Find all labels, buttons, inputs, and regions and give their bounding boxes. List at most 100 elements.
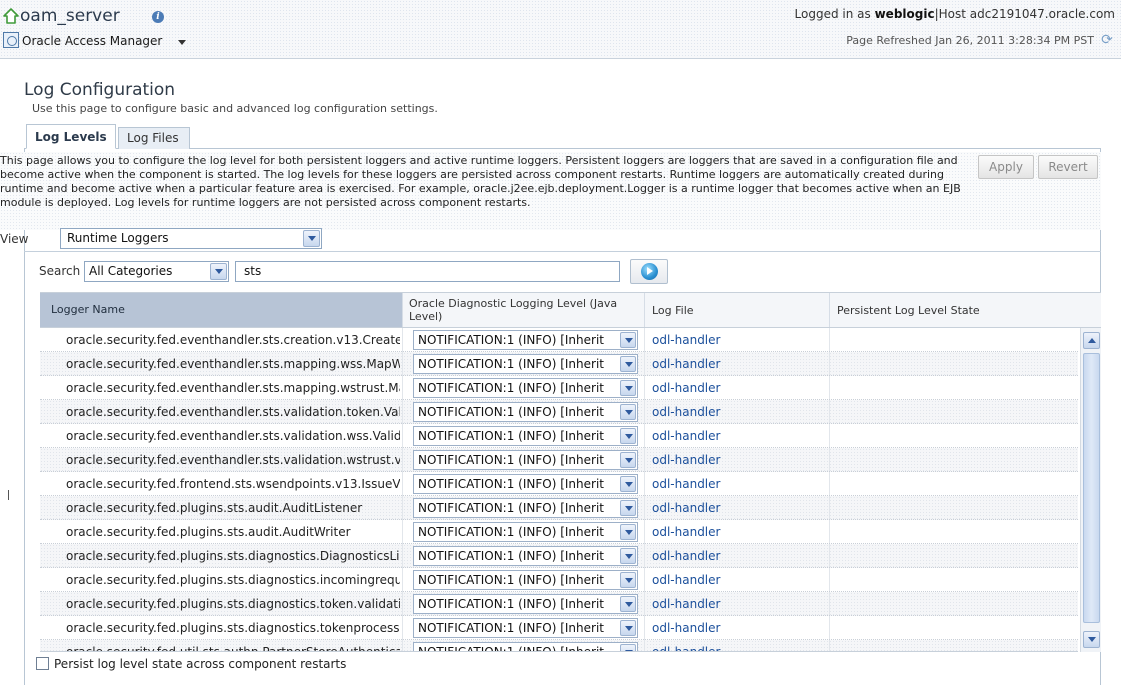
- column-divider: [402, 424, 403, 448]
- scroll-down-icon[interactable]: [1083, 631, 1100, 648]
- column-divider: [644, 592, 645, 616]
- table-row[interactable]: oracle.security.fed.eventhandler.sts.map…: [40, 352, 1078, 376]
- log-file-link[interactable]: odl-handler: [652, 597, 720, 611]
- logged-in-user[interactable]: weblogic: [875, 7, 935, 21]
- chevron-down-icon[interactable]: [210, 263, 227, 280]
- log-level-select[interactable]: NOTIFICATION:1 (INFO) [Inherit: [413, 474, 638, 494]
- table-row[interactable]: oracle.security.fed.eventhandler.sts.val…: [40, 400, 1078, 424]
- log-level-select[interactable]: NOTIFICATION:1 (INFO) [Inherit: [413, 570, 638, 590]
- apply-button[interactable]: Apply: [978, 155, 1034, 179]
- log-file-link[interactable]: odl-handler: [652, 453, 720, 467]
- log-level-select[interactable]: NOTIFICATION:1 (INFO) [Inherit: [413, 330, 638, 350]
- chevron-down-icon[interactable]: [620, 596, 636, 612]
- column-header-logger-name[interactable]: Logger Name: [40, 293, 402, 327]
- log-file-link[interactable]: odl-handler: [652, 357, 720, 371]
- table-scrollbar[interactable]: [1080, 328, 1101, 652]
- column-header-persistent-state[interactable]: Persistent Log Level State: [829, 293, 1078, 327]
- table-row[interactable]: oracle.security.fed.plugins.sts.diagnost…: [40, 592, 1078, 616]
- chevron-down-icon[interactable]: [620, 380, 636, 396]
- table-row[interactable]: oracle.security.fed.plugins.sts.diagnost…: [40, 568, 1078, 592]
- log-file-link[interactable]: odl-handler: [652, 501, 720, 515]
- chevron-down-icon[interactable]: [620, 524, 636, 540]
- refresh-icon[interactable]: ⟳: [1099, 32, 1115, 48]
- chevron-down-icon[interactable]: [620, 356, 636, 372]
- log-level-select[interactable]: NOTIFICATION:1 (INFO) [Inherit: [413, 594, 638, 614]
- table-row[interactable]: oracle.security.fed.eventhandler.sts.cre…: [40, 328, 1078, 352]
- table-row[interactable]: oracle.security.fed.eventhandler.sts.val…: [40, 448, 1078, 472]
- view-select[interactable]: Runtime Loggers: [60, 228, 322, 249]
- log-level-select[interactable]: NOTIFICATION:1 (INFO) [Inherit: [413, 426, 638, 446]
- table-row[interactable]: oracle.security.fed.plugins.sts.audit.Au…: [40, 520, 1078, 544]
- log-level-select[interactable]: NOTIFICATION:1 (INFO) [Inherit: [413, 354, 638, 374]
- chevron-down-icon[interactable]: [620, 452, 636, 468]
- chevron-down-icon[interactable]: [620, 428, 636, 444]
- log-file-link[interactable]: odl-handler: [652, 549, 720, 563]
- server-title[interactable]: oam_server: [20, 6, 120, 26]
- chevron-down-icon[interactable]: [620, 476, 636, 492]
- table-row[interactable]: oracle.security.fed.plugins.sts.diagnost…: [40, 616, 1078, 640]
- table-row[interactable]: oracle.security.fed.frontend.sts.wsendpo…: [40, 472, 1078, 496]
- info-icon[interactable]: i: [152, 11, 164, 23]
- table-header: Logger Name Oracle Diagnostic Logging Le…: [40, 292, 1078, 328]
- log-file-link[interactable]: odl-handler: [652, 333, 720, 347]
- log-level-select[interactable]: NOTIFICATION:1 (INFO) [Inherit: [413, 642, 638, 651]
- log-level-value: NOTIFICATION:1 (INFO) [Inherit: [418, 453, 604, 467]
- column-divider: [402, 592, 403, 616]
- revert-button[interactable]: Revert: [1038, 155, 1098, 179]
- column-divider: [829, 616, 830, 640]
- scroll-thumb[interactable]: [1083, 353, 1100, 623]
- column-divider: [402, 376, 403, 400]
- chevron-down-icon[interactable]: [620, 620, 636, 636]
- go-arrow-icon: [641, 263, 658, 280]
- persist-label[interactable]: Persist log level state across component…: [54, 657, 346, 671]
- search-go-button[interactable]: [630, 259, 668, 284]
- chevron-down-icon[interactable]: [620, 332, 636, 348]
- log-file-link[interactable]: odl-handler: [652, 381, 720, 395]
- column-divider: [829, 544, 830, 568]
- app-menu[interactable]: Oracle Access Manager: [22, 34, 162, 48]
- column-divider: [644, 448, 645, 472]
- column-divider: [402, 472, 403, 496]
- scroll-up-icon[interactable]: [1083, 332, 1100, 349]
- chevron-down-icon[interactable]: [620, 404, 636, 420]
- log-file-link[interactable]: odl-handler: [652, 525, 720, 539]
- table-row[interactable]: oracle.security.fed.eventhandler.sts.map…: [40, 376, 1078, 400]
- column-divider: [829, 376, 830, 400]
- column-divider: [402, 544, 403, 568]
- chevron-down-icon[interactable]: [620, 500, 636, 516]
- logger-name-cell: oracle.security.fed.plugins.sts.diagnost…: [66, 597, 400, 611]
- log-file-link[interactable]: odl-handler: [652, 645, 720, 651]
- frame-edge-mark: [8, 490, 9, 500]
- chevron-down-icon[interactable]: [178, 40, 186, 45]
- log-level-select[interactable]: NOTIFICATION:1 (INFO) [Inherit: [413, 378, 638, 398]
- log-file-link[interactable]: odl-handler: [652, 573, 720, 587]
- search-input[interactable]: sts: [235, 261, 620, 282]
- log-level-select[interactable]: NOTIFICATION:1 (INFO) [Inherit: [413, 402, 638, 422]
- table-row[interactable]: oracle.security.fed.plugins.sts.audit.Au…: [40, 496, 1078, 520]
- log-file-link[interactable]: odl-handler: [652, 429, 720, 443]
- log-level-select[interactable]: NOTIFICATION:1 (INFO) [Inherit: [413, 546, 638, 566]
- persist-checkbox[interactable]: [36, 657, 49, 670]
- log-level-select[interactable]: NOTIFICATION:1 (INFO) [Inherit: [413, 498, 638, 518]
- column-divider: [829, 352, 830, 376]
- log-level-select[interactable]: NOTIFICATION:1 (INFO) [Inherit: [413, 618, 638, 638]
- tab-log-files[interactable]: Log Files: [118, 127, 190, 149]
- column-header-level[interactable]: Oracle Diagnostic Logging Level (Java Le…: [402, 293, 644, 327]
- log-file-link[interactable]: odl-handler: [652, 621, 720, 635]
- table-row[interactable]: oracle.security.fed.eventhandler.sts.val…: [40, 424, 1078, 448]
- chevron-down-icon[interactable]: [620, 548, 636, 564]
- chevron-down-icon[interactable]: [620, 644, 636, 651]
- tab-log-levels[interactable]: Log Levels: [26, 124, 116, 149]
- category-select[interactable]: All Categories: [84, 261, 229, 282]
- chevron-down-icon[interactable]: [620, 572, 636, 588]
- column-header-log-file[interactable]: Log File: [644, 293, 829, 327]
- log-level-select[interactable]: NOTIFICATION:1 (INFO) [Inherit: [413, 522, 638, 542]
- log-file-link[interactable]: odl-handler: [652, 477, 720, 491]
- home-icon[interactable]: [3, 8, 19, 24]
- chevron-down-icon[interactable]: [303, 230, 320, 247]
- log-file-link[interactable]: odl-handler: [652, 405, 720, 419]
- table-row[interactable]: oracle.security.fed.util.sts.authn.Partn…: [40, 640, 1078, 651]
- log-level-select[interactable]: NOTIFICATION:1 (INFO) [Inherit: [413, 450, 638, 470]
- table-row[interactable]: oracle.security.fed.plugins.sts.diagnost…: [40, 544, 1078, 568]
- column-divider: [644, 376, 645, 400]
